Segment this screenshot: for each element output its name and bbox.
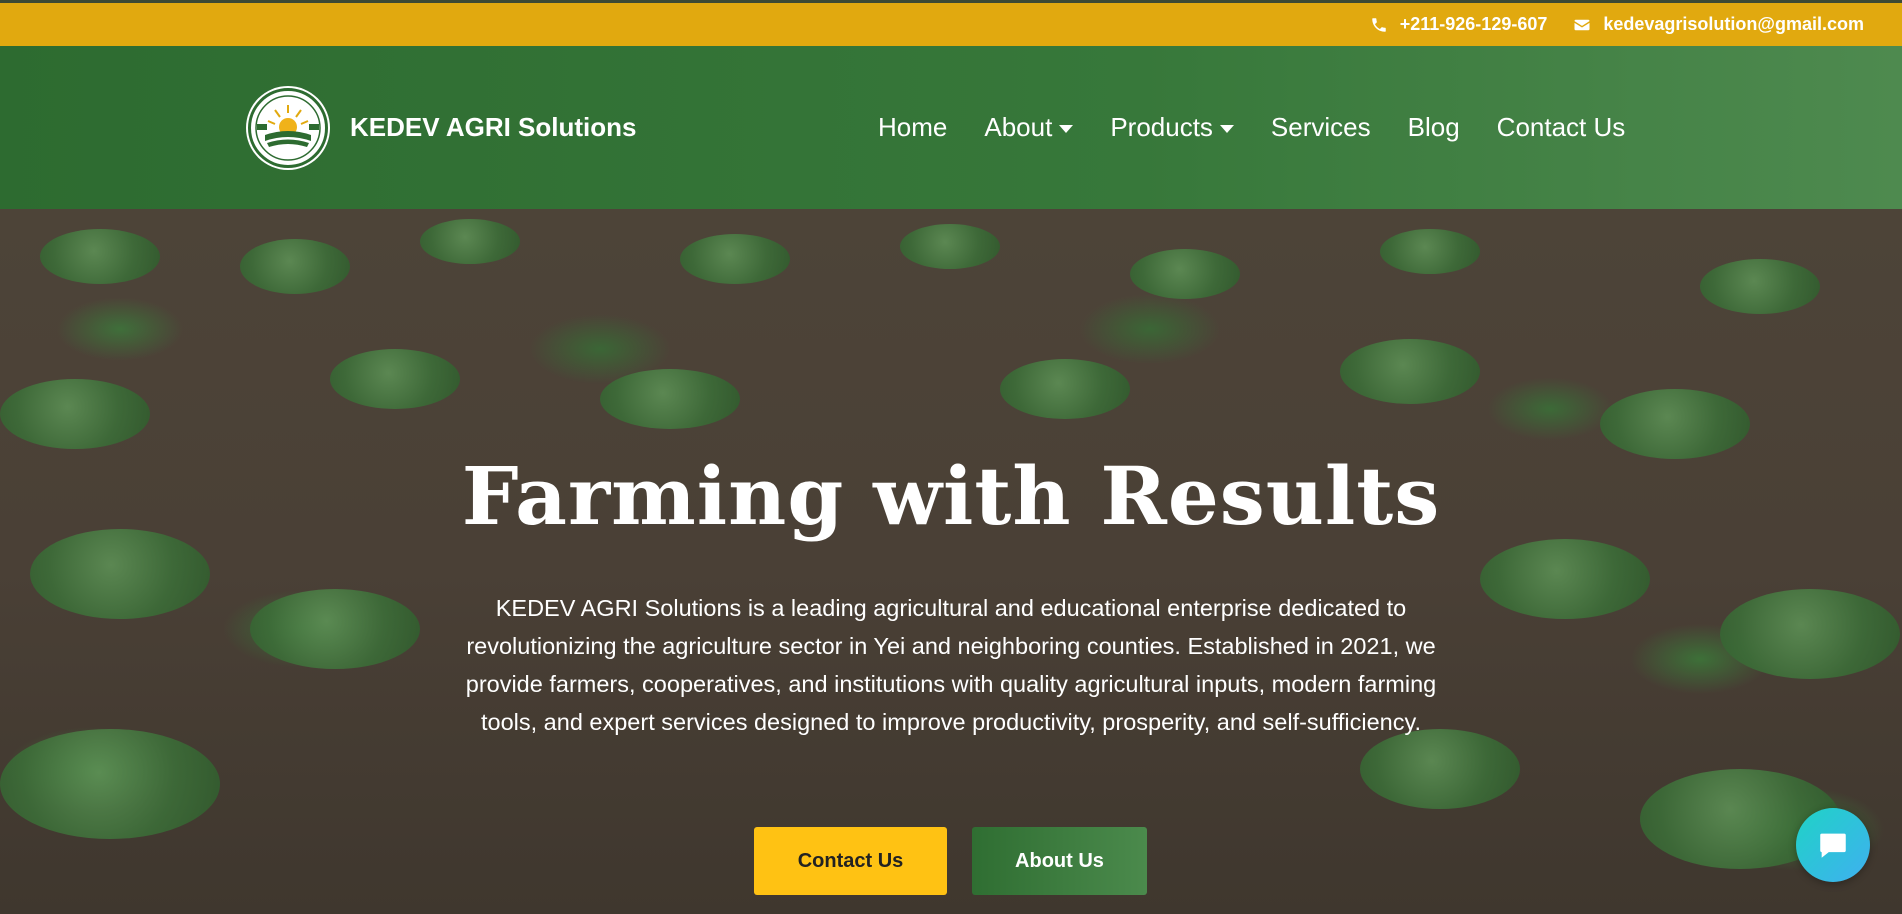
hero-title: Farming with Results [461,449,1441,543]
cabbage-plant [900,224,1000,269]
about-us-button[interactable]: About Us [972,827,1147,895]
cabbage-plant [420,219,520,264]
phone-number: +211-926-129-607 [1399,14,1548,34]
email-address: kedevagrisolution@gmail.com [1603,14,1864,34]
site-header: KEDEV AGRI Solutions Home About Products… [0,46,1902,209]
hero-section: Farming with Results KEDEV AGRI Solution… [0,209,1902,914]
hero-description: KEDEV AGRI Solutions is a leading agricu… [465,595,1437,735]
cabbage-plant [250,589,420,669]
chat-bubble-icon [1820,833,1846,858]
cabbage-plant [1380,229,1480,274]
cabbage-plant [600,369,740,429]
nav-products[interactable]: Products [1110,112,1234,143]
top-contact-bar: +211-926-129-607 kedevagrisolution@gmail… [0,0,1902,46]
nav-about-label: About [984,112,1053,142]
cabbage-plant [680,234,790,284]
nav-contact[interactable]: Contact Us [1497,112,1626,143]
site-logo[interactable] [248,88,328,168]
cabbage-plant [1000,359,1130,419]
envelope-icon [1574,19,1590,30]
contact-us-button[interactable]: Contact Us [754,827,947,895]
main-navigation: Home About Products Services Blog Contac… [878,112,1662,143]
nav-services-label: Services [1270,112,1371,142]
nav-services[interactable]: Services [1271,112,1371,143]
caret-down-icon [1219,125,1234,133]
nav-home[interactable]: Home [878,112,947,143]
caret-down-icon [1059,125,1074,133]
brand-name[interactable]: KEDEV AGRI Solutions [350,112,637,143]
sun-field-logo [255,95,321,161]
cabbage-plant [330,349,460,409]
email-contact[interactable]: kedevagrisolution@gmail.com [1573,14,1864,35]
cabbage-plant [1340,339,1480,404]
cabbage-plant [240,239,350,294]
phone-icon [1371,17,1386,32]
cabbage-plant [0,729,220,839]
cabbage-plant [1480,539,1650,619]
cabbage-plant [1130,249,1240,299]
nav-contact-label: Contact Us [1496,112,1626,142]
nav-products-label: Products [1110,112,1213,142]
cabbage-plant [0,379,150,449]
cabbage-plant [1720,589,1900,679]
cabbage-plant [1360,729,1520,809]
nav-about[interactable]: About [984,112,1074,143]
phone-contact[interactable]: +211-926-129-607 [1370,14,1548,35]
nav-blog-label: Blog [1407,112,1460,142]
nav-home-label: Home [878,112,948,142]
cabbage-plant [1700,259,1820,314]
cabbage-plant [40,229,160,284]
chat-widget-button[interactable] [1796,808,1870,882]
nav-blog[interactable]: Blog [1408,112,1460,143]
